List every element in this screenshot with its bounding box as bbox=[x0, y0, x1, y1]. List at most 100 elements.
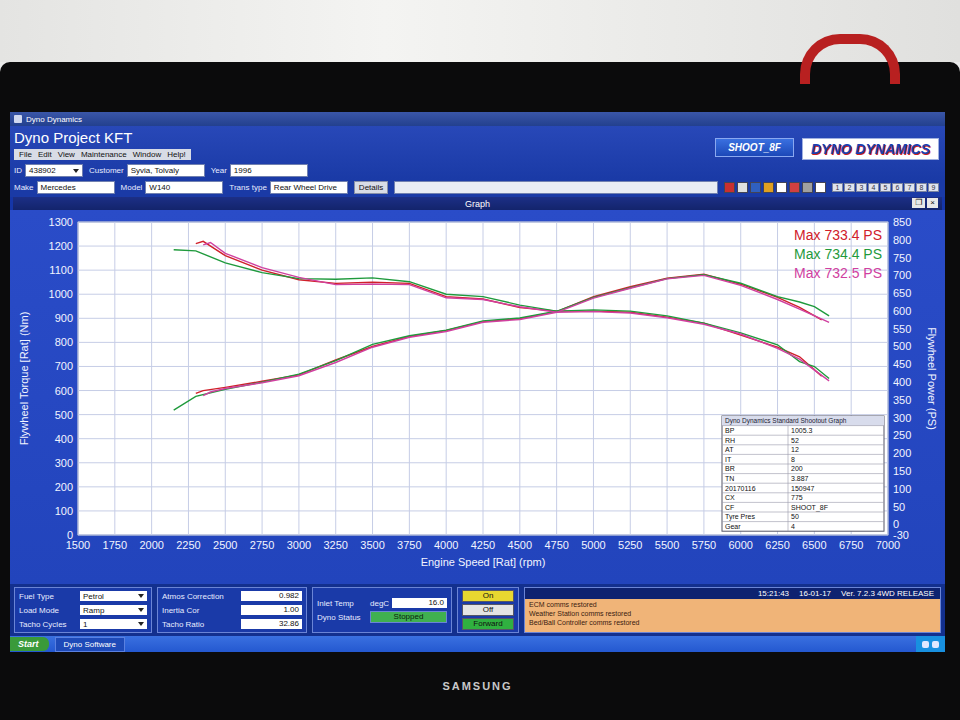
y-left-tick: 800 bbox=[55, 336, 73, 348]
correction-row: Tacho Ratio32.86 bbox=[162, 618, 302, 630]
y-left-tick: 1100 bbox=[49, 264, 73, 276]
switch-button[interactable]: On bbox=[462, 590, 514, 602]
x-tick: 2250 bbox=[176, 539, 200, 551]
menu-item[interactable]: Window bbox=[133, 150, 161, 159]
grid-line bbox=[188, 222, 189, 535]
number-button[interactable]: 2 bbox=[844, 183, 855, 192]
legend-item: Max 732.5 PS bbox=[794, 265, 882, 281]
dropdown-arrow-icon[interactable] bbox=[138, 622, 144, 626]
info-table-row: TN 3.887 bbox=[722, 474, 884, 484]
info-table-row: Tyre Pres50 bbox=[722, 512, 884, 522]
graph-header: Graph ❐× bbox=[13, 197, 942, 210]
setting-select[interactable]: Ramp bbox=[80, 605, 147, 615]
number-button[interactable]: 6 bbox=[892, 183, 903, 192]
settings-group: Fuel TypePetrolLoad ModeRampTacho Cycles… bbox=[14, 587, 152, 633]
x-tick: 7000 bbox=[876, 539, 900, 551]
y-left-tick: 600 bbox=[55, 385, 73, 397]
correction-label: Atmos Correction bbox=[162, 592, 238, 601]
details-button[interactable]: Details bbox=[354, 181, 388, 194]
x-tick: 4750 bbox=[544, 539, 568, 551]
number-button[interactable]: 1 bbox=[832, 183, 843, 192]
grid-line bbox=[78, 222, 888, 223]
field: ModelW140 bbox=[121, 181, 224, 194]
reading-row: Dyno StatusStopped bbox=[317, 611, 447, 623]
tray-icon[interactable] bbox=[932, 641, 939, 648]
readings-group: Inlet TempdegC16.0Dyno StatusStopped bbox=[312, 587, 452, 633]
y-right-tick: 150 bbox=[893, 465, 911, 477]
correction-row: Atmos Correction0.982 bbox=[162, 590, 302, 602]
tray-icon[interactable] bbox=[922, 641, 929, 648]
message-log: ECM comms restoredWeather Station comms … bbox=[525, 599, 940, 632]
menu-item[interactable]: Edit bbox=[38, 150, 52, 159]
toolbar bbox=[724, 182, 826, 193]
details-field[interactable] bbox=[394, 181, 718, 194]
switch-button[interactable]: Off bbox=[462, 604, 514, 616]
number-button[interactable]: 8 bbox=[916, 183, 927, 192]
field-input[interactable]: Syvia, Tolvaly bbox=[127, 164, 205, 177]
y-left-tick: 700 bbox=[55, 360, 73, 372]
x-tick: 2000 bbox=[139, 539, 163, 551]
x-tick: 3500 bbox=[360, 539, 384, 551]
correction-input[interactable]: 1.00 bbox=[241, 605, 302, 615]
y-right-tick: 400 bbox=[893, 376, 911, 388]
x-tick: 5750 bbox=[692, 539, 716, 551]
app-icon bbox=[14, 115, 22, 123]
taskbar-item[interactable]: Dyno Software bbox=[55, 637, 125, 652]
toolbar-icon[interactable] bbox=[815, 182, 826, 193]
info-table-row: IT8 bbox=[722, 454, 884, 464]
info-table-row: CX775 bbox=[722, 493, 884, 503]
number-button[interactable]: 7 bbox=[904, 183, 915, 192]
graph-window-button[interactable]: × bbox=[927, 198, 938, 208]
x-tick: 3250 bbox=[323, 539, 347, 551]
number-button[interactable]: 5 bbox=[880, 183, 891, 192]
number-button[interactable]: 3 bbox=[856, 183, 867, 192]
toolbar-icon[interactable] bbox=[802, 182, 813, 193]
correction-input[interactable]: 0.982 bbox=[241, 591, 302, 601]
graph-window-button[interactable]: ❐ bbox=[912, 198, 925, 208]
correction-input[interactable]: 32.86 bbox=[241, 619, 302, 629]
number-button[interactable]: 9 bbox=[928, 183, 939, 192]
menu-item[interactable]: Help! bbox=[167, 150, 186, 159]
menu-item[interactable]: View bbox=[58, 150, 75, 159]
info-table-value: 200 bbox=[791, 465, 803, 472]
grid-line bbox=[519, 222, 520, 535]
start-button[interactable]: Start bbox=[10, 637, 49, 651]
info-table-row: AT12 bbox=[722, 445, 884, 455]
menu-item[interactable]: File bbox=[19, 150, 32, 159]
setting-select[interactable]: Petrol bbox=[80, 591, 147, 601]
graph-title: Graph bbox=[465, 199, 490, 209]
y-left-tick: 200 bbox=[55, 481, 73, 493]
field: MakeMercedes bbox=[14, 181, 115, 194]
x-tick: 4500 bbox=[508, 539, 532, 551]
field-input[interactable]: Rear Wheel Drive bbox=[270, 181, 348, 194]
info-table-key: TN bbox=[725, 475, 734, 482]
toolbar-icon[interactable] bbox=[789, 182, 800, 193]
setting-select[interactable]: 1 bbox=[80, 619, 147, 629]
dropdown-arrow-icon[interactable] bbox=[138, 608, 144, 612]
toolbar-icon[interactable] bbox=[750, 182, 761, 193]
y-right-tick: 600 bbox=[893, 305, 911, 317]
toolbar-icon[interactable] bbox=[776, 182, 787, 193]
field-input[interactable]: 1996 bbox=[230, 164, 308, 177]
number-button[interactable]: 4 bbox=[868, 183, 879, 192]
status-panel: 15:21:4316-01-17Ver. 7.2.3 4WD RELEASEEC… bbox=[524, 587, 941, 633]
dropdown-arrow-icon[interactable] bbox=[73, 169, 79, 173]
dropdown-arrow-icon[interactable] bbox=[138, 594, 144, 598]
info-table-value: 3.887 bbox=[791, 475, 809, 482]
toolbar-icon[interactable] bbox=[724, 182, 735, 193]
toolbar-icon[interactable] bbox=[763, 182, 774, 193]
menu-bar: File Edit View Maintenance Window Help! bbox=[14, 149, 191, 160]
field-input[interactable]: 438902 bbox=[25, 164, 83, 177]
x-tick: 6000 bbox=[728, 539, 752, 551]
x-tick: 6500 bbox=[802, 539, 826, 551]
field-input[interactable]: Mercedes bbox=[37, 181, 115, 194]
menu-item[interactable]: Maintenance bbox=[81, 150, 127, 159]
y-right-tick: 250 bbox=[893, 429, 911, 441]
info-table-value: 775 bbox=[791, 494, 803, 501]
y-left-tick: 300 bbox=[55, 457, 73, 469]
field-input[interactable]: W140 bbox=[145, 181, 223, 194]
shootout-button[interactable]: SHOOT_8F bbox=[715, 138, 794, 157]
switch-button[interactable]: Forward bbox=[462, 618, 514, 630]
setting-row: Fuel TypePetrol bbox=[19, 590, 147, 602]
toolbar-icon[interactable] bbox=[737, 182, 748, 193]
